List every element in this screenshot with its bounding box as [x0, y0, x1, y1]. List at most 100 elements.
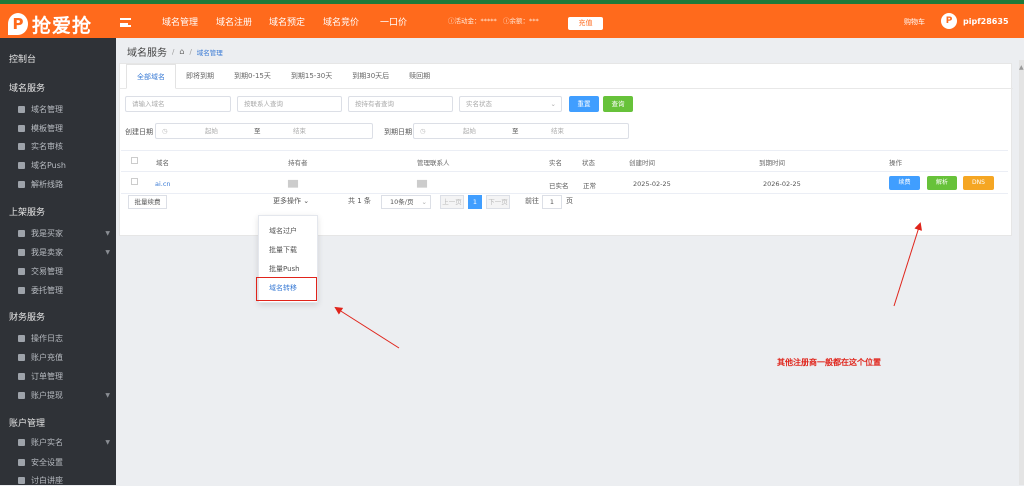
- menu-toggle-icon[interactable]: [120, 18, 131, 27]
- logo[interactable]: P 抢爱抢: [8, 11, 108, 37]
- page-size-label: 10条/页: [390, 198, 414, 206]
- tab-expire-30-plus[interactable]: 到期30天后: [342, 64, 400, 89]
- sidebar-item-resolve-line[interactable]: 解析线路: [18, 179, 110, 190]
- sidebar-item-oplog[interactable]: 操作日志: [18, 333, 110, 344]
- chevron-down-icon: ▼: [105, 249, 110, 256]
- more-ops-dropdown[interactable]: 更多操作 ⌄: [273, 196, 309, 206]
- tab-expire-15-30[interactable]: 到期15-30天: [280, 64, 343, 89]
- nav-fixed-price[interactable]: 一口价: [380, 15, 407, 28]
- id-icon: [18, 439, 25, 446]
- breadcrumb: 域名服务 / ⌂ / 域名管理: [127, 44, 223, 59]
- cart-link[interactable]: 购物车: [904, 17, 925, 27]
- prev-page-button[interactable]: 上一页: [440, 195, 464, 209]
- end-placeholder: 结束: [293, 127, 306, 135]
- search-button[interactable]: 查询: [603, 96, 633, 112]
- sidebar-item-account-realname[interactable]: 账户实名 ▼: [18, 437, 110, 448]
- table-top-border: [121, 150, 1008, 151]
- domain-search-input[interactable]: 请输入域名: [125, 96, 231, 112]
- batch-renew-button[interactable]: 批量续费: [128, 195, 167, 209]
- avatar[interactable]: P: [941, 13, 957, 29]
- contact-search-input[interactable]: 按联系人查询: [237, 96, 342, 112]
- col-holder: 持有者: [288, 159, 308, 167]
- scroll-up-icon[interactable]: ▲: [1019, 64, 1024, 76]
- col-contact: 管理联系人: [417, 159, 450, 167]
- realname-status-select[interactable]: 实名状态 ⌄: [459, 96, 562, 112]
- goto-page-input[interactable]: 1: [542, 195, 562, 209]
- tab-all-domains[interactable]: 全部域名: [126, 64, 176, 89]
- sidebar-item-domain-manage[interactable]: 域名管理: [18, 104, 110, 115]
- page-1-button[interactable]: 1: [468, 195, 482, 209]
- page-scrollbar[interactable]: [1019, 60, 1024, 485]
- breadcrumb-separator: /: [172, 47, 175, 56]
- nav-domain-reserve[interactable]: 域名预定: [269, 15, 305, 28]
- username[interactable]: pipf28635: [963, 17, 1009, 26]
- wallet-icon: [18, 392, 25, 399]
- sidebar-item-label: 域名管理: [31, 105, 63, 114]
- resolve-button[interactable]: 解析: [927, 176, 957, 190]
- sidebar-console[interactable]: 控制台: [9, 52, 36, 65]
- reset-button[interactable]: 重置: [569, 96, 599, 112]
- col-status: 状态: [582, 159, 595, 167]
- range-separator: 至: [254, 127, 261, 135]
- charge-button[interactable]: 充值: [568, 17, 603, 30]
- page-unit: 页: [566, 197, 573, 205]
- bell-icon: [18, 268, 25, 275]
- sidebar-item-entrust[interactable]: 委托管理: [18, 285, 110, 296]
- range-separator: 至: [512, 127, 519, 135]
- holder-search-input[interactable]: 按持有者查询: [348, 96, 453, 112]
- breadcrumb-current[interactable]: 域名管理: [197, 47, 223, 57]
- nav-domain-manage[interactable]: 域名管理: [162, 15, 198, 28]
- tab-redemption[interactable]: 赎回期: [399, 64, 441, 89]
- arrow-to-dropdown: [334, 306, 400, 349]
- sidebar-item-label: 订单管理: [31, 372, 63, 381]
- sidebar-item-orders[interactable]: 订单管理: [18, 371, 110, 382]
- tab-expire-0-15[interactable]: 到期0-15天: [224, 64, 281, 89]
- row-checkbox[interactable]: [131, 178, 138, 185]
- sidebar-item-label: 解析线路: [31, 180, 63, 189]
- sidebar-item-trade[interactable]: 交易管理: [18, 266, 110, 277]
- menu-item-batch-push[interactable]: 批量Push: [269, 264, 300, 274]
- sidebar-item-realname-review[interactable]: 实名审核: [18, 141, 110, 152]
- menu-item-batch-download[interactable]: 批量下载: [269, 245, 297, 255]
- key-icon: [18, 459, 25, 466]
- sidebar-section-account: 账户管理: [9, 419, 46, 429]
- sidebar-section-finance: 财务服务: [9, 313, 46, 323]
- list-icon: [18, 106, 25, 113]
- home-icon[interactable]: ⌂: [179, 47, 184, 56]
- sidebar-item-template[interactable]: 模板管理: [18, 123, 110, 134]
- expire-date-range[interactable]: ◷ 起始 至 结束: [413, 123, 629, 139]
- sidebar-item-recharge[interactable]: 账户充值: [18, 352, 110, 363]
- select-placeholder: 实名状态: [466, 100, 492, 108]
- next-page-button[interactable]: 下一页: [486, 195, 510, 209]
- sidebar-item-domain-push[interactable]: 域名Push: [18, 160, 110, 171]
- logo-text: 抢爱抢: [32, 14, 93, 37]
- sidebar-item-label: 账户实名: [31, 438, 63, 447]
- nav-domain-register[interactable]: 域名注册: [216, 15, 252, 28]
- gear-icon: [18, 181, 25, 188]
- row-divider: [121, 193, 1008, 194]
- annotation-text: 其他注册商一般都在这个位置: [777, 358, 881, 367]
- order-icon: [18, 373, 25, 380]
- sidebar-item-seller[interactable]: 我是卖家 ▼: [18, 247, 110, 258]
- sidebar-item-withdraw[interactable]: 账户提现 ▼: [18, 390, 110, 401]
- activity-fund-label: ⓘ活动金：*****: [448, 17, 497, 25]
- sidebar-item-lecture[interactable]: 讨白讲座: [18, 475, 110, 486]
- created-date-range[interactable]: ◷ 起始 至 结束: [155, 123, 373, 139]
- id-card-icon: [18, 143, 25, 150]
- sidebar-item-buyer[interactable]: 我是买家 ▼: [18, 228, 110, 239]
- dns-button[interactable]: DNS: [963, 176, 994, 190]
- chevron-down-icon: ▼: [105, 230, 110, 237]
- doc-icon: [18, 477, 25, 484]
- domain-link[interactable]: ai.cn: [155, 180, 171, 188]
- menu-item-transfer-owner[interactable]: 域名过户: [269, 226, 297, 236]
- col-realname: 实名: [549, 159, 562, 167]
- nav-domain-auction[interactable]: 域名竞价: [323, 15, 359, 28]
- sidebar-item-security[interactable]: 安全设置: [18, 457, 110, 468]
- renew-button[interactable]: 续费: [889, 176, 920, 190]
- goto-label: 前往: [525, 197, 539, 205]
- col-created: 创建时间: [629, 159, 655, 167]
- balance-label: ⓘ余额：***: [503, 17, 539, 25]
- page-size-select[interactable]: 10条/页 ⌄: [381, 195, 431, 209]
- select-all-checkbox[interactable]: [131, 157, 138, 164]
- tab-expiring-soon[interactable]: 即将到期: [176, 64, 224, 89]
